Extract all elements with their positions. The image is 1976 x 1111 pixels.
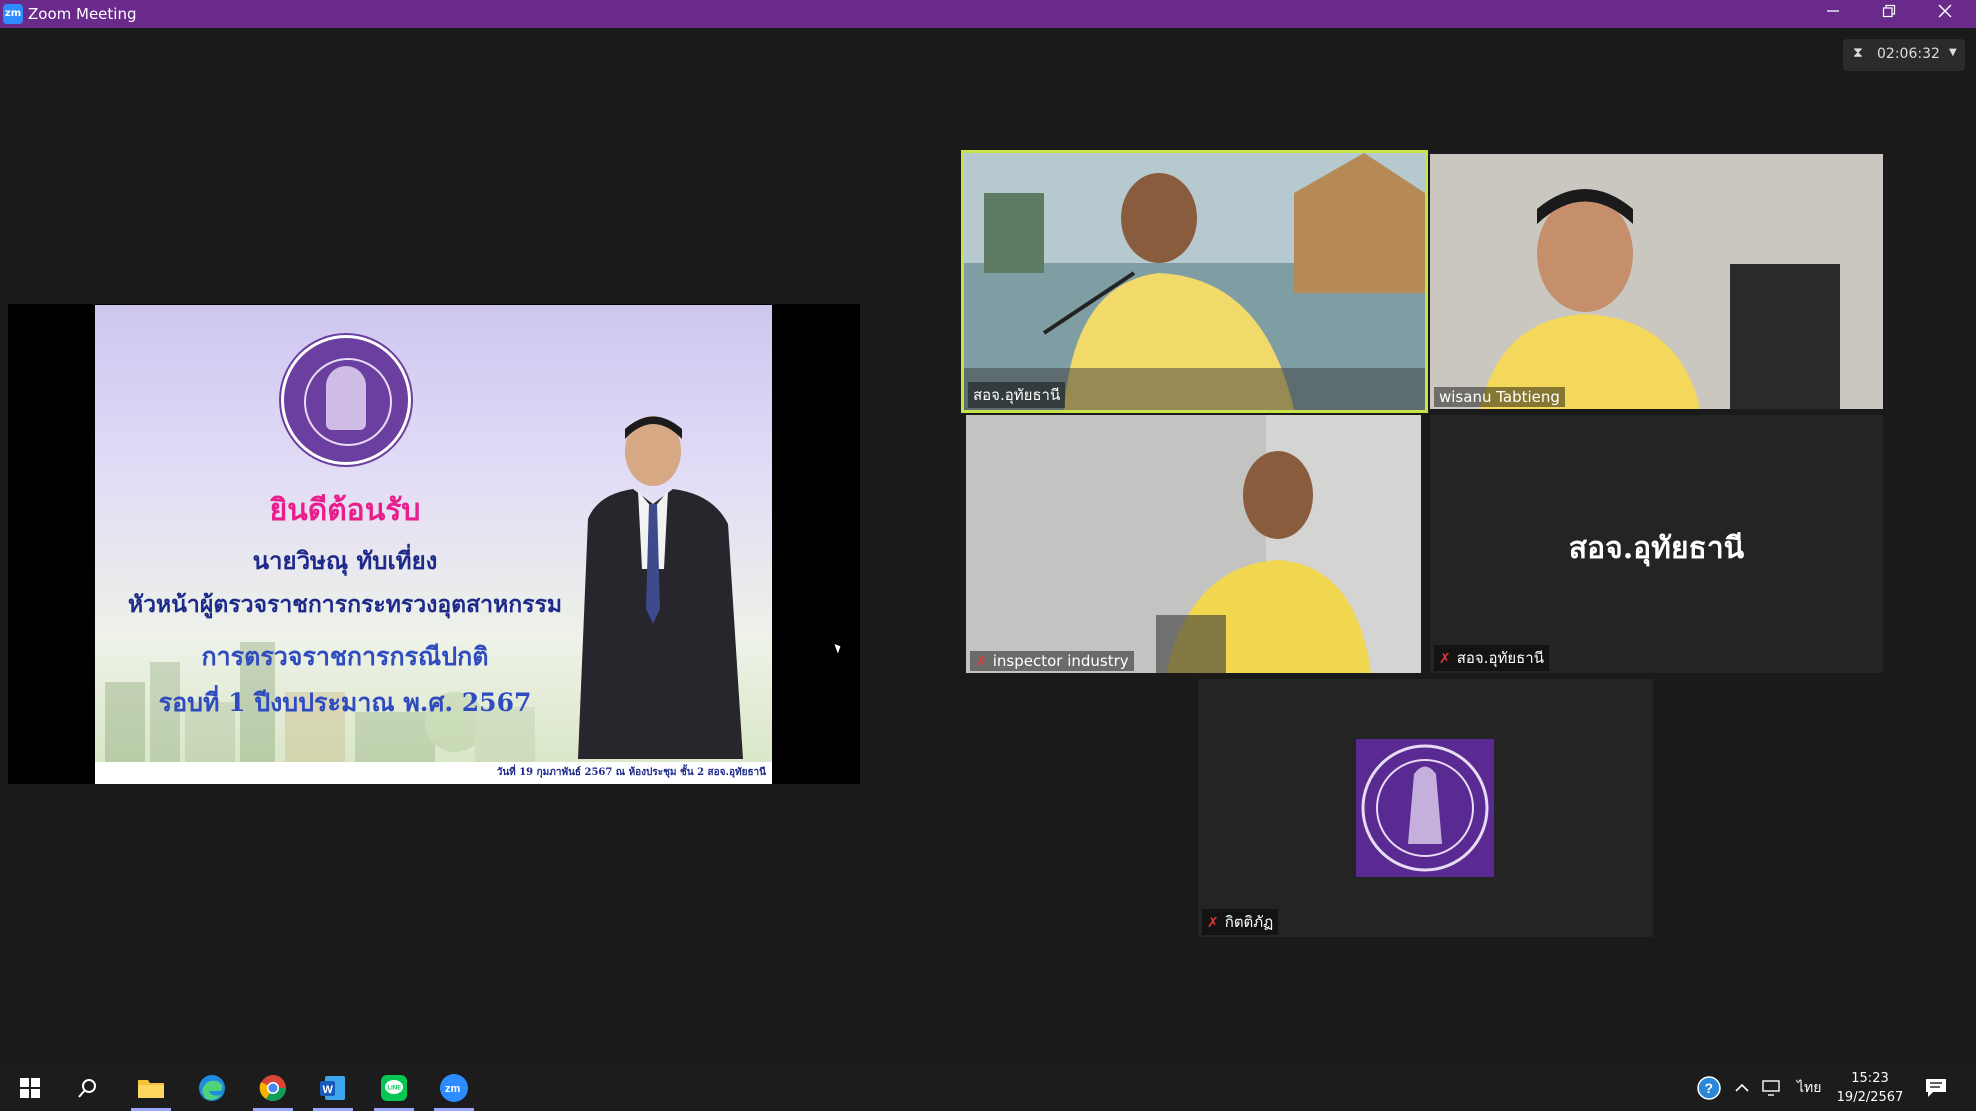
participant-video <box>964 153 1425 410</box>
participant-tile[interactable]: สอจ.อุทัยธานี <box>961 150 1428 413</box>
slide-subject: การตรวจราชการกรณีปกติ <box>201 642 489 671</box>
participant-name: ✗ สอจ.อุทัยธานี <box>1434 645 1549 671</box>
close-button[interactable] <box>1917 0 1973 28</box>
close-icon <box>1938 4 1952 18</box>
participant-tile[interactable]: สอจ.อุทัยธานี ✗ สอจ.อุทัยธานี <box>1430 415 1883 673</box>
chrome-icon <box>259 1075 287 1102</box>
file-explorer-icon <box>138 1080 164 1098</box>
mic-muted-icon: ✗ <box>975 654 987 670</box>
notification-icon <box>1926 1079 1946 1097</box>
help-tray-button[interactable]: ? <box>1696 1065 1722 1111</box>
taskbar-clock[interactable]: 15:23 19/2/2567 <box>1830 1069 1910 1107</box>
window-titlebar: zm Zoom Meeting <box>0 0 1976 28</box>
restore-icon <box>1882 4 1896 18</box>
network-icon <box>1762 1080 1780 1096</box>
taskbar-edge[interactable] <box>188 1065 236 1111</box>
taskbar-file-explorer[interactable] <box>127 1065 175 1111</box>
participant-name: สอจ.อุทัยธานี <box>968 382 1066 408</box>
participant-name: wisanu Tabtieng <box>1434 387 1565 407</box>
svg-text:LINE: LINE <box>388 1086 402 1092</box>
meeting-timer[interactable]: ⧗ 02:06:32 ▼ <box>1843 39 1965 71</box>
restore-button[interactable] <box>1861 0 1917 28</box>
windows-taskbar: W LINE zm ? ไทย 15:23 19/2/2567 <box>0 1065 1976 1111</box>
slide-name: นายวิษณุ ทับเที่ยง <box>252 546 438 575</box>
participant-name-text: กิตติภัฏ <box>1224 913 1274 931</box>
svg-text:zm: zm <box>445 1083 461 1095</box>
edge-icon <box>199 1075 225 1101</box>
slide-round: รอบที่ 1 ปีงบประมาณ พ.ศ. 2567 <box>158 688 532 717</box>
taskbar-zoom[interactable]: zm <box>430 1065 478 1111</box>
input-language-button[interactable]: ไทย <box>1797 1065 1821 1111</box>
network-tray-button[interactable] <box>1762 1065 1782 1111</box>
shared-slide: ยินดีต้อนรับ นายวิษณุ ทับเที่ยง หัวหน้าผ… <box>95 305 772 784</box>
svg-text:W: W <box>323 1084 334 1096</box>
participant-name: ✗ กิตติภัฏ <box>1202 909 1279 935</box>
mic-muted-icon: ✗ <box>1207 915 1219 931</box>
participant-tile[interactable]: ✗ inspector industry <box>966 415 1421 673</box>
chevron-down-icon: ▼ <box>1949 47 1957 58</box>
clock-date: 19/2/2567 <box>1836 1090 1904 1105</box>
notifications-button[interactable] <box>1925 1065 1947 1111</box>
taskbar-line[interactable]: LINE <box>370 1065 418 1111</box>
minimize-icon <box>1827 10 1839 12</box>
search-icon <box>78 1079 96 1098</box>
help-icon: ? <box>1697 1076 1721 1100</box>
timer-value: 02:06:32 <box>1877 46 1940 62</box>
taskbar-chrome[interactable] <box>249 1065 297 1111</box>
portrait-image <box>578 416 743 759</box>
minimize-button[interactable] <box>1805 0 1861 28</box>
windows-start-icon <box>20 1078 40 1098</box>
participant-name: ✗ inspector industry <box>970 651 1134 671</box>
slide-position: หัวหน้าผู้ตรวจราชการกระทรวงอุตสาหกรรม <box>127 591 563 618</box>
show-hidden-icons-button[interactable] <box>1734 1065 1750 1111</box>
participant-video <box>966 415 1421 673</box>
participant-avatar-logo <box>1356 739 1494 877</box>
hourglass-icon: ⧗ <box>1853 45 1863 61</box>
clock-time: 15:23 <box>1851 1071 1889 1086</box>
participant-display-name: สอจ.อุทัยธานี <box>1568 531 1745 566</box>
mic-muted-icon: ✗ <box>1439 651 1451 667</box>
participant-name-text: inspector industry <box>992 652 1129 670</box>
participant-video <box>1430 154 1883 409</box>
slide-footer: วันที่ 19 กุมภาพันธ์ 2567 ณ ห้องประชุม ช… <box>95 762 772 784</box>
ministry-seal <box>281 335 411 465</box>
participant-tile[interactable]: wisanu Tabtieng <box>1430 154 1883 409</box>
svg-text:?: ? <box>1705 1080 1714 1096</box>
word-icon: W <box>320 1076 345 1100</box>
zoom-icon: zm <box>440 1074 468 1102</box>
slide-welcome: ยินดีต้อนรับ <box>269 493 421 528</box>
start-button[interactable] <box>6 1065 54 1111</box>
chevron-up-icon <box>1735 1083 1749 1092</box>
zoom-app-icon: zm <box>3 4 23 24</box>
taskbar-search-button[interactable] <box>64 1065 112 1111</box>
window-title: Zoom Meeting <box>28 5 137 23</box>
line-icon: LINE <box>381 1075 407 1101</box>
taskbar-word[interactable]: W <box>309 1065 357 1111</box>
participant-name-text: สอจ.อุทัยธานี <box>1456 649 1544 667</box>
